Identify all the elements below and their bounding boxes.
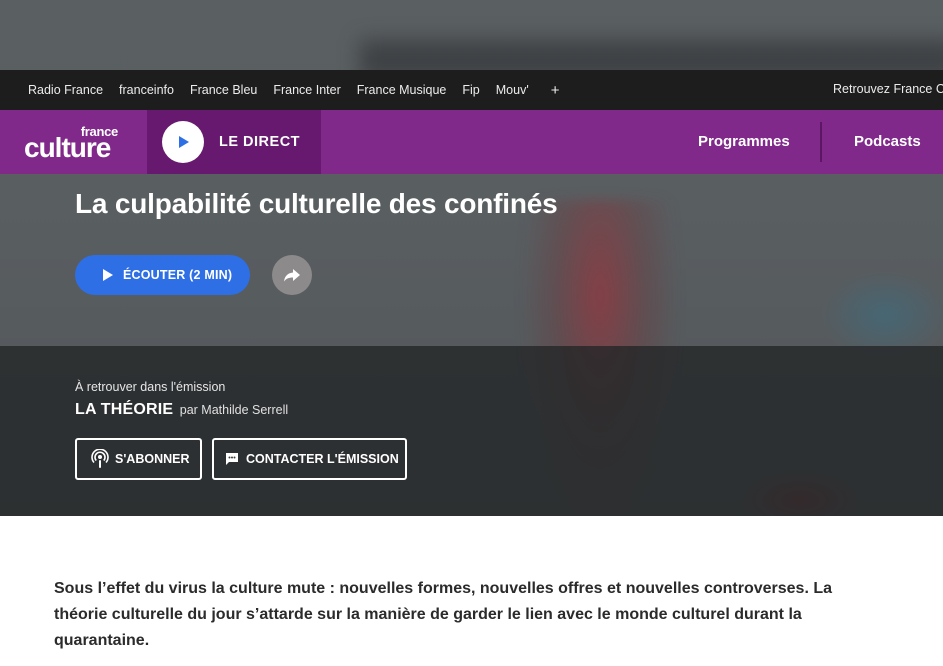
contact-emission-button[interactable]: CONTACTER L'ÉMISSION: [212, 438, 407, 480]
share-icon: [284, 269, 300, 282]
emission-heading: LA THÉORIE par Mathilde Serrell: [75, 401, 288, 419]
logo-text-big: culture: [24, 132, 111, 163]
subscribe-label: S'ABONNER: [115, 452, 190, 466]
network-more-button[interactable]: +: [551, 82, 560, 99]
subscribe-button[interactable]: S'ABONNER: [75, 438, 202, 480]
france-culture-logo[interactable]: france culture: [24, 124, 124, 164]
network-bar: Radio France franceinfo France Bleu Fran…: [0, 70, 943, 110]
live-direct-label: LE DIRECT: [219, 134, 301, 150]
network-link-france-musique[interactable]: France Musique: [357, 83, 447, 97]
podcast-icon: [91, 449, 109, 469]
listen-button-label: ÉCOUTER (2 MIN): [123, 268, 233, 282]
retrouvez-link[interactable]: Retrouvez France Cu: [833, 82, 943, 96]
nav-divider: [820, 122, 822, 162]
emission-name-link[interactable]: LA THÉORIE: [75, 401, 173, 418]
emission-intro: À retrouver dans l'émission: [75, 380, 226, 394]
network-links: Radio France franceinfo France Bleu Fran…: [0, 82, 575, 99]
listen-button[interactable]: ÉCOUTER (2 MIN): [75, 255, 250, 295]
chat-icon: [224, 451, 240, 467]
article-lead: Sous l’effet du virus la culture mute : …: [54, 580, 832, 649]
emission-band: [0, 346, 943, 516]
contact-emission-label: CONTACTER L'ÉMISSION: [246, 452, 399, 466]
play-icon: [162, 121, 204, 163]
page-title: La culpabilité culturelle des confinés: [75, 188, 558, 219]
live-direct-button[interactable]: LE DIRECT: [147, 110, 321, 174]
network-link-france-inter[interactable]: France Inter: [273, 83, 340, 97]
share-button[interactable]: [272, 255, 312, 295]
network-link-mouv[interactable]: Mouv': [496, 83, 529, 97]
nav-podcasts[interactable]: Podcasts: [854, 133, 921, 150]
network-link-radio-france[interactable]: Radio France: [28, 83, 103, 97]
play-icon: [103, 269, 113, 281]
network-link-franceinfo[interactable]: franceinfo: [119, 83, 174, 97]
nav-programmes[interactable]: Programmes: [698, 133, 790, 150]
network-link-france-bleu[interactable]: France Bleu: [190, 83, 257, 97]
site-header: france culture LE DIRECT Programmes Podc…: [0, 110, 943, 174]
network-link-fip[interactable]: Fip: [462, 83, 479, 97]
emission-author: par Mathilde Serrell: [179, 403, 289, 417]
